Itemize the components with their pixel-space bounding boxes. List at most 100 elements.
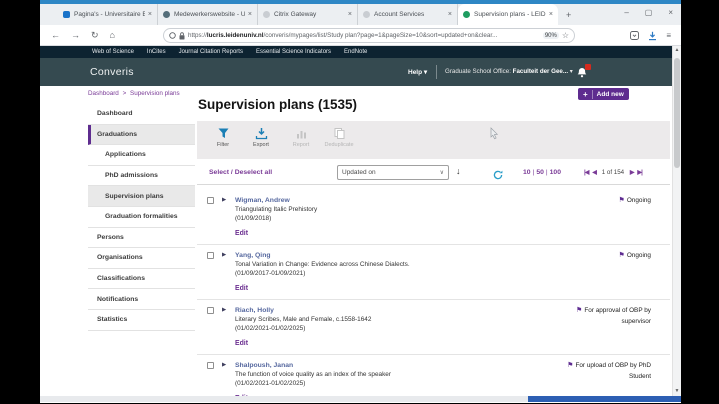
tab-account-services[interactable]: Account Services × xyxy=(358,4,458,25)
row-checkbox[interactable] xyxy=(207,197,214,204)
page-size-10[interactable]: 10 xyxy=(523,169,531,176)
row-checkbox[interactable] xyxy=(207,307,214,314)
tab-close-icon[interactable]: × xyxy=(448,11,452,18)
sidebar-item-statistics[interactable]: Statistics xyxy=(88,310,195,331)
sort-field-dropdown[interactable]: Updated on ∨ xyxy=(337,165,449,180)
breadcrumb-supervision-plans[interactable]: Supervision plans xyxy=(130,90,180,97)
person-name-link[interactable]: Riach, Holly xyxy=(235,306,371,315)
select-deselect-all-link[interactable]: Select / Deselect all xyxy=(209,169,272,176)
sidebar-item-applications[interactable]: Applications xyxy=(88,145,195,166)
tab-title: Pagina's - Universitaire Bibl xyxy=(74,11,145,18)
sidebar-item-dashboard[interactable]: Dashboard xyxy=(88,104,195,125)
tab-favicon-icon xyxy=(363,11,370,18)
status-badge: ⚑For approval of OBP by supervisor xyxy=(559,306,651,326)
sort-direction-button[interactable]: ↓ xyxy=(456,166,461,176)
page-size-100[interactable]: 100 xyxy=(550,169,561,176)
collections-icon[interactable] xyxy=(630,31,639,40)
site-info-icon[interactable] xyxy=(169,32,176,39)
notification-badge xyxy=(585,64,591,70)
link-incites[interactable]: InCites xyxy=(147,49,166,55)
refresh-icon[interactable] xyxy=(493,167,503,185)
link-esi[interactable]: Essential Science Indicators xyxy=(256,49,331,55)
tab-title: Account Services xyxy=(374,11,445,18)
lock-icon xyxy=(179,32,185,40)
page-size-50[interactable]: 50 xyxy=(536,169,544,176)
person-name-link[interactable]: Shalpoush, Janan xyxy=(235,361,391,370)
tab-citrix[interactable]: Citrix Gateway × xyxy=(258,4,358,25)
help-menu[interactable]: Help ▾ xyxy=(408,68,427,76)
page-scrollbar[interactable]: ▲ ▼ xyxy=(672,46,681,396)
tab-close-icon[interactable]: × xyxy=(148,11,152,18)
tab-close-icon[interactable]: × xyxy=(248,11,252,18)
page-size-options: 10|50|100 xyxy=(523,169,561,176)
minimize-button[interactable]: – xyxy=(624,8,628,17)
flag-icon: ⚑ xyxy=(567,362,573,369)
next-page-button[interactable]: ▶ xyxy=(630,169,634,176)
link-endnote[interactable]: EndNote xyxy=(344,49,367,55)
edit-link[interactable]: Edit xyxy=(235,339,371,348)
tab-pagina[interactable]: Pagina's - Universitaire Bibl × xyxy=(58,4,158,25)
tab-close-icon[interactable]: × xyxy=(348,11,352,18)
scroll-up-icon[interactable]: ▲ xyxy=(673,48,681,53)
plan-title: Literary Scribes, Male and Female, c.155… xyxy=(235,316,371,325)
sidebar-item-graduation-formalities[interactable]: Graduation formalities xyxy=(88,207,195,228)
list-toolbar: Filter Export Report Deduplicate xyxy=(197,121,670,159)
expand-row-icon[interactable]: ▶ xyxy=(222,252,226,258)
link-web-of-science[interactable]: Web of Science xyxy=(92,49,134,55)
sidebar-item-phd-admissions[interactable]: PhD admissions xyxy=(88,166,195,187)
forward-icon[interactable]: → xyxy=(71,31,80,40)
deduplicate-button[interactable]: Deduplicate xyxy=(321,127,357,148)
browser-menu-icon[interactable]: ≡ xyxy=(666,31,671,40)
sidebar-item-notifications[interactable]: Notifications xyxy=(88,289,195,310)
back-icon[interactable]: ← xyxy=(51,31,60,40)
report-button[interactable]: Report xyxy=(283,127,319,148)
role-switcher[interactable]: Graduate School Office: Faculteit der Ge… xyxy=(445,68,573,75)
sidebar-item-classifications[interactable]: Classifications xyxy=(88,269,195,290)
maximize-button[interactable]: ▢ xyxy=(645,8,653,17)
table-row: ▶ Shalpoush, Janan The function of voice… xyxy=(197,355,670,396)
url-field[interactable]: https://lucris.leidenuniv.nl/converis/my… xyxy=(163,28,575,43)
breadcrumb-dashboard[interactable]: Dashboard xyxy=(88,90,119,97)
sort-field-value: Updated on xyxy=(342,169,376,176)
table-row: ▶ Wigman, Andrew Triangulating Italic Pr… xyxy=(197,190,670,245)
close-button[interactable]: × xyxy=(668,8,673,17)
first-page-button[interactable]: |◀ xyxy=(584,169,589,176)
home-icon[interactable]: ⌂ xyxy=(110,31,115,40)
tab-supervision-plans-active[interactable]: Supervision plans - LEIDEN × xyxy=(458,4,558,25)
edit-link[interactable]: Edit xyxy=(235,284,410,293)
person-name-link[interactable]: Yang, Qing xyxy=(235,251,410,260)
scrollbar-thumb[interactable] xyxy=(674,58,680,168)
row-checkbox[interactable] xyxy=(207,362,214,369)
sidebar-item-supervision-plans[interactable]: Supervision plans xyxy=(88,186,195,207)
tab-favicon-icon xyxy=(463,11,470,18)
link-jcr[interactable]: Journal Citation Reports xyxy=(179,49,243,55)
sidebar-item-label: Organisations xyxy=(97,254,143,261)
sidebar-item-label: Graduations xyxy=(97,131,137,138)
zoom-level-badge[interactable]: 90% xyxy=(543,32,559,39)
new-tab-button[interactable]: + xyxy=(566,10,571,20)
converis-logo[interactable]: Converis xyxy=(90,66,134,78)
reload-icon[interactable]: ↻ xyxy=(91,31,99,40)
sidebar-item-graduations[interactable]: Graduations xyxy=(88,125,195,146)
header-divider xyxy=(436,65,437,79)
person-name-link[interactable]: Wigman, Andrew xyxy=(235,196,317,205)
tab-medewerkers[interactable]: Medewerkerswebsite - Univ × xyxy=(158,4,258,25)
export-button[interactable]: Export xyxy=(243,127,279,148)
plan-dates: (01/09/2017-01/09/2021) xyxy=(235,270,410,279)
sidebar-item-persons[interactable]: Persons xyxy=(88,228,195,249)
filter-button[interactable]: Filter xyxy=(205,127,241,148)
row-checkbox[interactable] xyxy=(207,252,214,259)
status-text: For upload of OBP by PhD Student xyxy=(575,362,651,380)
previous-page-button[interactable]: ◀ xyxy=(592,169,596,176)
expand-row-icon[interactable]: ▶ xyxy=(222,197,226,203)
sidebar-item-organisations[interactable]: Organisations xyxy=(88,248,195,269)
bookmark-star-icon[interactable]: ☆ xyxy=(562,32,569,40)
downloads-icon[interactable] xyxy=(648,31,657,41)
expand-row-icon[interactable]: ▶ xyxy=(222,362,226,368)
plan-title: Tonal Variation in Change: Evidence acro… xyxy=(235,261,410,270)
expand-row-icon[interactable]: ▶ xyxy=(222,307,226,313)
tab-close-icon[interactable]: × xyxy=(549,11,553,18)
last-page-button[interactable]: ▶| xyxy=(637,169,642,176)
scroll-down-icon[interactable]: ▼ xyxy=(673,389,681,394)
edit-link[interactable]: Edit xyxy=(235,229,317,238)
